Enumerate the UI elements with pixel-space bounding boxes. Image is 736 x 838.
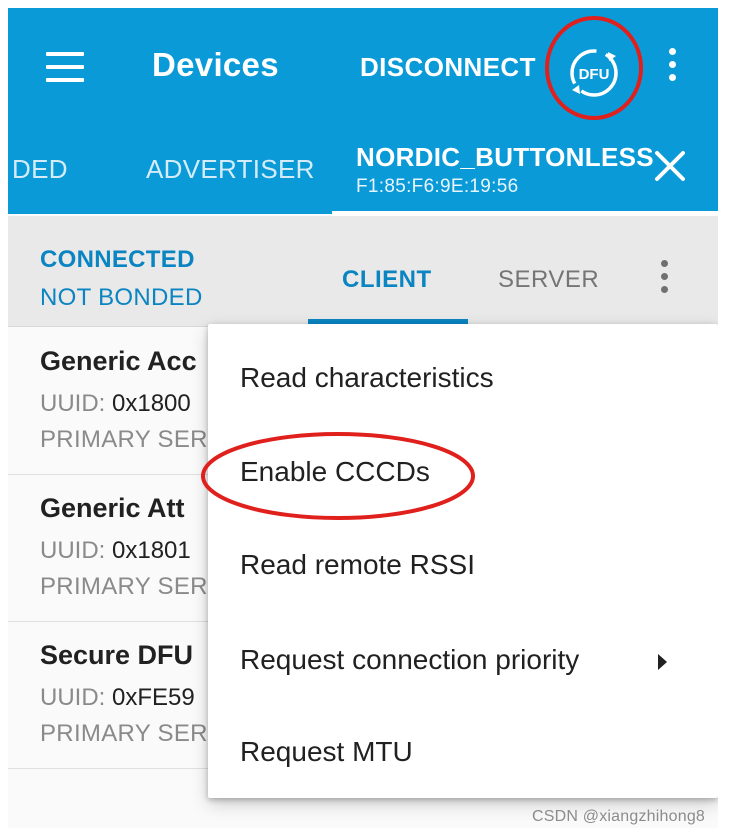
- dfu-icon-label: DFU: [579, 66, 610, 83]
- client-overflow-icon[interactable]: [656, 260, 672, 300]
- dfu-icon: DFU: [570, 49, 618, 97]
- disconnect-button[interactable]: DISCONNECT: [360, 52, 536, 83]
- tab-server[interactable]: SERVER: [498, 266, 599, 294]
- uuid-label: UUID:: [40, 537, 106, 564]
- service-uuid: UUID: 0xFE59: [40, 684, 195, 712]
- uuid-label: UUID:: [40, 684, 106, 711]
- arrow-right-icon: [658, 654, 667, 670]
- connection-bar: CONNECTED NOT BONDED CLIENT SERVER: [8, 216, 718, 327]
- watermark: CSDN @xiangzhihong8: [532, 808, 706, 825]
- uuid-value: 0xFE59: [112, 684, 195, 711]
- more-options-icon[interactable]: [662, 48, 682, 92]
- service-name: Generic Acc: [40, 346, 197, 376]
- app-bar: Devices DISCONNECT DFU DED ADVERTISER NO…: [8, 8, 718, 216]
- service-uuid: UUID: 0x1801: [40, 537, 191, 565]
- service-type: PRIMARY SER: [40, 720, 208, 747]
- bond-state: NOT BONDED: [40, 284, 203, 311]
- hamburger-icon[interactable]: [46, 52, 84, 82]
- tab-device-address: F1:85:F6:9E:19:56: [356, 176, 519, 197]
- app-screen: Devices DISCONNECT DFU DED ADVERTISER NO…: [8, 8, 718, 828]
- menu-item-enable-cccds[interactable]: Enable CCCDs: [240, 456, 430, 488]
- client-options-menu: Read characteristics Enable CCCDs Read r…: [208, 324, 718, 798]
- menu-item-request-connection-priority[interactable]: Request connection priority: [240, 644, 579, 676]
- tab-partial-device[interactable]: DED: [12, 154, 68, 185]
- tab-client[interactable]: CLIENT: [342, 266, 432, 294]
- service-uuid: UUID: 0x1800: [40, 390, 191, 418]
- close-icon[interactable]: [652, 148, 688, 184]
- tab-advertiser[interactable]: ADVERTISER: [146, 154, 315, 185]
- menu-item-request-mtu[interactable]: Request MTU: [240, 736, 413, 768]
- connection-state: CONNECTED: [40, 246, 195, 273]
- dfu-button[interactable]: DFU: [546, 16, 644, 126]
- menu-item-read-remote-rssi[interactable]: Read remote RSSI: [240, 549, 475, 581]
- service-type: PRIMARY SER: [40, 573, 208, 600]
- uuid-label: UUID:: [40, 390, 106, 417]
- menu-item-read-characteristics[interactable]: Read characteristics: [240, 362, 494, 394]
- service-type: PRIMARY SER: [40, 426, 208, 453]
- service-name: Generic Att: [40, 493, 185, 523]
- uuid-value: 0x1801: [112, 537, 191, 564]
- service-name: Secure DFU: [40, 640, 194, 670]
- page-title: Devices: [152, 46, 279, 83]
- uuid-value: 0x1800: [112, 390, 191, 417]
- tab-device-name[interactable]: NORDIC_BUTTONLESS: [356, 142, 654, 173]
